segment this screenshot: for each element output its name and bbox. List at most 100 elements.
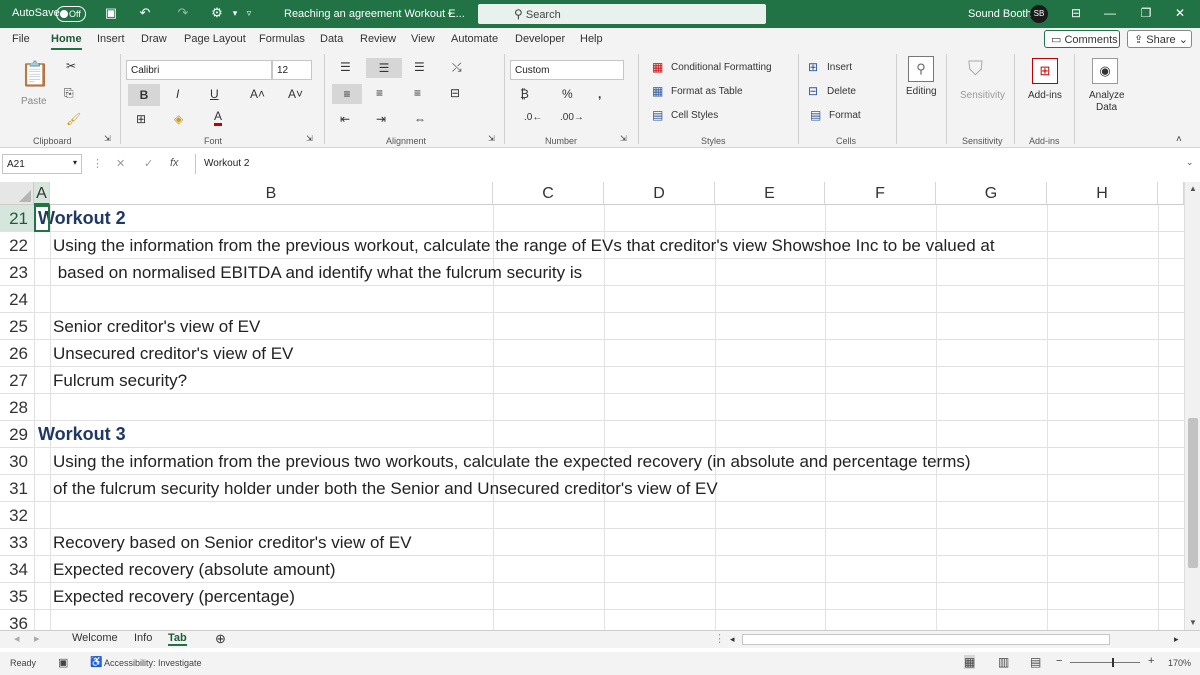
row-header-26[interactable]: 26 bbox=[0, 340, 34, 367]
section-heading-cell[interactable]: Workout 3 bbox=[38, 421, 126, 448]
user-name[interactable]: Sound Booth bbox=[968, 8, 1032, 20]
text-cell[interactable]: of the fulcrum security holder under bot… bbox=[53, 475, 718, 502]
tab-file[interactable]: File bbox=[12, 33, 30, 45]
ribbon-display-icon[interactable]: ⊟ bbox=[1068, 6, 1084, 20]
text-cell[interactable]: Unsecured creditor's view of EV bbox=[53, 340, 293, 367]
scroll-right-icon[interactable]: ▸ bbox=[1174, 634, 1179, 645]
row-header-35[interactable]: 35 bbox=[0, 583, 34, 610]
normal-view-icon[interactable]: ▦ bbox=[964, 655, 976, 669]
tab-developer[interactable]: Developer bbox=[515, 33, 565, 45]
sheet-tab-info[interactable]: Info bbox=[134, 632, 152, 644]
format-as-table-button[interactable]: Format as Table bbox=[671, 86, 743, 97]
insert-cells-button[interactable]: Insert bbox=[827, 62, 852, 73]
redo-icon[interactable]: ↷ bbox=[174, 5, 192, 21]
increase-decimal-icon[interactable]: .0← bbox=[524, 112, 542, 123]
column-header-a[interactable]: A bbox=[34, 182, 50, 205]
tab-formulas[interactable]: Formulas bbox=[259, 33, 305, 45]
accounting-format-icon[interactable]: ₿ bbox=[520, 87, 529, 101]
text-cell[interactable]: Fulcrum security? bbox=[53, 367, 187, 394]
column-header-h[interactable]: H bbox=[1047, 182, 1158, 205]
fill-color-icon[interactable]: ◈ bbox=[174, 112, 183, 126]
dialog-launcher-icon[interactable]: ⇲ bbox=[620, 134, 627, 143]
tab-data[interactable]: Data bbox=[320, 33, 343, 45]
row-header-36[interactable]: 36 bbox=[0, 610, 34, 630]
zoom-in-icon[interactable]: + bbox=[1148, 655, 1154, 667]
text-cell[interactable]: Using the information from the previous … bbox=[53, 232, 995, 259]
sensitivity-button[interactable]: Sensitivity bbox=[960, 90, 1005, 101]
name-box[interactable]: A21 ▾ bbox=[2, 154, 82, 174]
section-heading-cell[interactable]: Workout 2 bbox=[38, 205, 126, 232]
row-header-31[interactable]: 31 bbox=[0, 475, 34, 502]
zoom-slider-thumb[interactable] bbox=[1112, 658, 1114, 667]
align-right-icon[interactable]: ≡ bbox=[414, 86, 421, 100]
font-color-icon[interactable]: A bbox=[214, 110, 223, 126]
collapse-ribbon-icon[interactable]: ˄ bbox=[1176, 134, 1182, 145]
tab-automate[interactable]: Automate bbox=[451, 33, 498, 45]
close-icon[interactable]: ✕ bbox=[1172, 6, 1188, 20]
row-header-24[interactable]: 24 bbox=[0, 286, 34, 313]
format-painter-qat-icon[interactable]: ⚙ bbox=[208, 5, 226, 21]
vertical-scroll-thumb[interactable] bbox=[1188, 418, 1198, 568]
text-cell[interactable]: Expected recovery (percentage) bbox=[53, 583, 295, 610]
comments-button[interactable]: ▭ Comments bbox=[1044, 30, 1120, 48]
editing-button[interactable]: Editing bbox=[906, 86, 937, 97]
format-cells-button[interactable]: Format bbox=[829, 110, 861, 121]
scroll-down-icon[interactable]: ▼ bbox=[1188, 618, 1198, 627]
row-header-29[interactable]: 29 bbox=[0, 421, 34, 448]
column-header-b[interactable]: B bbox=[50, 182, 493, 205]
analyze-data-label-2[interactable]: Data bbox=[1096, 102, 1117, 113]
sheet-tab-welcome[interactable]: Welcome bbox=[72, 632, 118, 644]
comma-style-icon[interactable]: , bbox=[598, 87, 601, 101]
column-header-f[interactable]: F bbox=[825, 182, 936, 205]
analyze-data-icon[interactable]: ◉ bbox=[1092, 58, 1118, 84]
cancel-icon[interactable]: ✕ bbox=[116, 157, 125, 170]
zoom-out-icon[interactable]: − bbox=[1056, 655, 1062, 667]
underline-button[interactable]: U bbox=[210, 87, 219, 101]
format-as-table-icon[interactable]: ▦ bbox=[652, 84, 663, 98]
tab-insert[interactable]: Insert bbox=[97, 33, 125, 45]
italic-button[interactable]: I bbox=[176, 87, 179, 101]
page-layout-view-icon[interactable]: ▥ bbox=[998, 655, 1009, 669]
percent-style-icon[interactable]: % bbox=[562, 87, 573, 101]
decrease-indent-icon[interactable]: ⇤ bbox=[340, 112, 350, 126]
active-cell-a21[interactable] bbox=[34, 205, 50, 232]
align-left-icon[interactable]: ≡ bbox=[332, 84, 362, 104]
number-format-select[interactable]: Custom bbox=[510, 60, 624, 80]
format-cells-icon[interactable]: ▤ bbox=[810, 108, 821, 122]
zoom-level[interactable]: 170% bbox=[1168, 658, 1191, 668]
row-header-27[interactable]: 27 bbox=[0, 367, 34, 394]
row-header-25[interactable]: 25 bbox=[0, 313, 34, 340]
prev-sheet-icon[interactable]: ◂ bbox=[14, 632, 20, 645]
row-header-22[interactable]: 22 bbox=[0, 232, 34, 259]
row-header-28[interactable]: 28 bbox=[0, 394, 34, 421]
cell-styles-button[interactable]: Cell Styles bbox=[671, 110, 718, 121]
tab-review[interactable]: Review bbox=[360, 33, 396, 45]
next-sheet-icon[interactable]: ▸ bbox=[34, 632, 40, 645]
increase-font-icon[interactable]: A˄ bbox=[250, 87, 265, 101]
dialog-launcher-icon[interactable]: ⇲ bbox=[104, 134, 111, 143]
add-sheet-icon[interactable]: ⊕ bbox=[215, 631, 226, 647]
page-break-view-icon[interactable]: ▤ bbox=[1030, 655, 1041, 669]
sheet-tab-tab[interactable]: Tab bbox=[168, 632, 187, 646]
paste-icon[interactable]: 📋 bbox=[20, 60, 50, 89]
zoom-slider[interactable] bbox=[1070, 662, 1140, 663]
font-size-select[interactable]: 12 bbox=[272, 60, 312, 80]
dialog-launcher-icon[interactable]: ⇲ bbox=[306, 134, 313, 143]
column-header-e[interactable]: E bbox=[715, 182, 825, 205]
find-icon[interactable]: ⚲ bbox=[908, 56, 934, 82]
avatar[interactable]: SB bbox=[1030, 5, 1048, 23]
accessibility-status[interactable]: Accessibility: Investigate bbox=[104, 658, 202, 668]
cell-styles-icon[interactable]: ▤ bbox=[652, 108, 663, 122]
expand-formula-bar-icon[interactable]: ⌄ bbox=[1186, 157, 1194, 168]
cut-icon[interactable]: ✂ bbox=[66, 59, 76, 73]
restore-icon[interactable]: ❐ bbox=[1138, 6, 1154, 20]
spreadsheet-grid[interactable]: A B C D E F G H 21 Workout 2 22 Using the i… bbox=[0, 182, 1184, 630]
tab-home[interactable]: Home bbox=[51, 33, 82, 50]
macro-record-icon[interactable]: ▣ bbox=[58, 656, 68, 669]
text-cell[interactable]: Using the information from the previous … bbox=[53, 448, 971, 475]
row-header-21[interactable]: 21 bbox=[0, 205, 34, 232]
font-name-select[interactable]: Calibri bbox=[126, 60, 272, 80]
dialog-launcher-icon[interactable]: ⇲ bbox=[488, 134, 495, 143]
formula-input[interactable]: Workout 2 bbox=[195, 154, 1190, 174]
sensitivity-icon[interactable]: ⛉ bbox=[968, 58, 983, 81]
